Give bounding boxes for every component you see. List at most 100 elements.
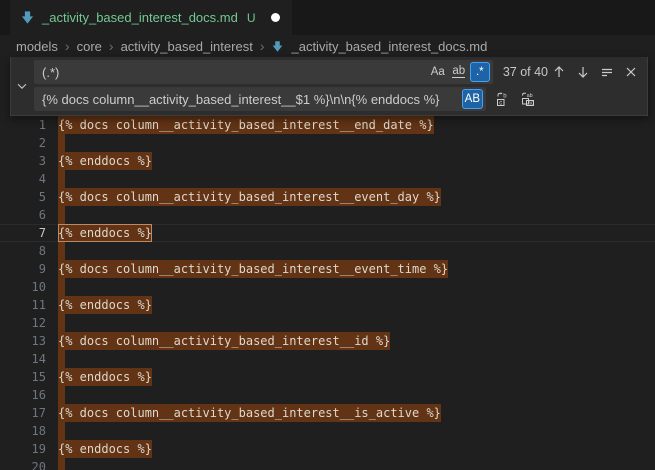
replace-all-button[interactable]: ab ac [517, 89, 538, 110]
editor-line-19[interactable]: 19 {% enddocs %} [0, 440, 655, 458]
previous-match-button[interactable] [548, 62, 569, 83]
line-number: 16 [0, 386, 46, 404]
line-number: 1 [0, 116, 46, 134]
line-text[interactable]: {% enddocs %} [58, 224, 152, 242]
line-number: 4 [0, 170, 46, 188]
svg-text:c: c [499, 100, 502, 106]
line-text[interactable]: {% enddocs %} [58, 152, 152, 170]
line-number: 7 [0, 224, 46, 242]
find-match-highlight: {% docs column__activity_based_interest_… [58, 404, 441, 422]
find-match-empty-highlight [58, 422, 65, 440]
line-number: 20 [0, 458, 46, 470]
line-text[interactable] [58, 350, 65, 368]
regex-toggle[interactable]: .* [470, 62, 490, 82]
breadcrumb-item-core[interactable]: core [77, 39, 102, 54]
line-text[interactable] [58, 458, 65, 470]
line-text[interactable] [58, 206, 65, 224]
svg-text:ab: ab [526, 93, 532, 99]
markdown-icon [271, 40, 284, 53]
editor-line-20[interactable]: 20 [0, 458, 655, 470]
find-match-highlight: {% docs column__activity_based_interest_… [58, 116, 434, 134]
line-text[interactable] [58, 386, 65, 404]
line-text[interactable]: {% enddocs %} [58, 368, 152, 386]
breadcrumb-item-models[interactable]: models [16, 39, 58, 54]
editor-line-6[interactable]: 6 [0, 206, 655, 224]
find-match-highlight: {% docs column__activity_based_interest_… [58, 260, 448, 278]
replace-input[interactable] [35, 88, 461, 110]
editor-line-2[interactable]: 2 [0, 134, 655, 152]
whole-word-toggle[interactable]: ab [449, 62, 469, 82]
line-number: 8 [0, 242, 46, 260]
find-input[interactable] [35, 61, 427, 83]
editor-lines: 1 {% docs column__activity_based_interest… [0, 116, 655, 470]
editor-line-8[interactable]: 8 [0, 242, 655, 260]
line-text[interactable]: {% docs column__activity_based_interest_… [58, 332, 390, 350]
find-match-highlight: {% enddocs %} [58, 440, 152, 458]
line-text[interactable] [58, 170, 65, 188]
editor-line-1[interactable]: 1 {% docs column__activity_based_interest… [0, 116, 655, 134]
line-text[interactable]: {% docs column__activity_based_interest_… [58, 260, 448, 278]
line-text[interactable]: {% docs column__activity_based_interest_… [58, 404, 441, 422]
find-match-highlight: {% enddocs %} [58, 368, 152, 386]
editor-line-17[interactable]: 17 {% docs column__activity_based_interes… [0, 404, 655, 422]
editor-line-12[interactable]: 12 [0, 314, 655, 332]
line-number: 17 [0, 404, 46, 422]
line-text[interactable]: {% enddocs %} [58, 296, 152, 314]
line-text[interactable] [58, 314, 65, 332]
line-text[interactable] [58, 242, 65, 260]
modified-dot-icon[interactable] [271, 13, 280, 22]
editor-line-11[interactable]: 11{% enddocs %} [0, 296, 655, 314]
find-match-highlight: {% docs column__activity_based_interest_… [58, 188, 441, 206]
find-in-selection-button[interactable] [596, 62, 617, 83]
line-number: 5 [0, 188, 46, 206]
editor-line-14[interactable]: 14 [0, 350, 655, 368]
line-number: 18 [0, 422, 46, 440]
editor-line-10[interactable]: 10 [0, 278, 655, 296]
line-text[interactable]: {% docs column__activity_based_interest_… [58, 188, 441, 206]
next-match-button[interactable] [572, 62, 593, 83]
breadcrumb-item-file[interactable]: _activity_based_interest_docs.md [291, 39, 487, 54]
line-text[interactable]: {% enddocs %} [58, 440, 152, 458]
line-text[interactable] [58, 422, 65, 440]
find-match-empty-highlight [58, 206, 65, 224]
close-find-button[interactable] [620, 62, 641, 83]
editor-line-18[interactable]: 18 [0, 422, 655, 440]
breadcrumb-item-activity-based-interest[interactable]: activity_based_interest [121, 39, 253, 54]
line-text[interactable] [58, 134, 65, 152]
editor-line-9[interactable]: 9{% docs column__activity_based_interest… [0, 260, 655, 278]
editor-line-4[interactable]: 4 [0, 170, 655, 188]
find-match-highlight: {% enddocs %} [58, 152, 152, 170]
replace-button[interactable]: b c [492, 89, 513, 110]
breadcrumb-separator: › [109, 38, 114, 54]
editor-line-15[interactable]: 15{% enddocs %} [0, 368, 655, 386]
git-status-badge: U [247, 11, 256, 25]
find-match-empty-highlight [58, 170, 65, 188]
line-number: 14 [0, 350, 46, 368]
toggle-replace-chevron-icon[interactable] [11, 57, 32, 115]
editor-line-7[interactable]: 7 {% enddocs %} [0, 224, 655, 242]
editor-line-3[interactable]: 3 {% enddocs %} [0, 152, 655, 170]
find-match-empty-highlight [58, 134, 65, 152]
match-case-toggle[interactable]: Aa [428, 62, 448, 82]
editor-line-5[interactable]: 5 {% docs column__activity_based_interest… [0, 188, 655, 206]
vscode-window: _activity_based_interest_docs.md U model… [0, 0, 655, 470]
find-replace-widget: Aa ab .* 37 of 40 [10, 57, 648, 116]
tab-activity-based-interest-docs[interactable]: _activity_based_interest_docs.md U [10, 0, 292, 35]
line-number: 3 [0, 152, 46, 170]
breadcrumb: models › core › activity_based_interest … [0, 35, 655, 57]
preserve-case-toggle[interactable]: AB [462, 89, 483, 109]
find-match-empty-highlight [58, 386, 65, 404]
breadcrumb-separator: › [65, 38, 70, 54]
editor-line-13[interactable]: 13{% docs column__activity_based_interes… [0, 332, 655, 350]
find-results-count: 37 of 40 [503, 65, 548, 79]
find-match-empty-highlight [58, 350, 65, 368]
line-number: 19 [0, 440, 46, 458]
find-match-empty-highlight [58, 278, 65, 296]
svg-text:ac: ac [527, 101, 533, 107]
line-number: 10 [0, 278, 46, 296]
find-match-empty-highlight [58, 458, 65, 470]
editor-line-16[interactable]: 16 [0, 386, 655, 404]
line-text[interactable] [58, 278, 65, 296]
line-text[interactable]: {% docs column__activity_based_interest_… [58, 116, 434, 134]
find-row: Aa ab .* 37 of 40 [34, 60, 643, 84]
